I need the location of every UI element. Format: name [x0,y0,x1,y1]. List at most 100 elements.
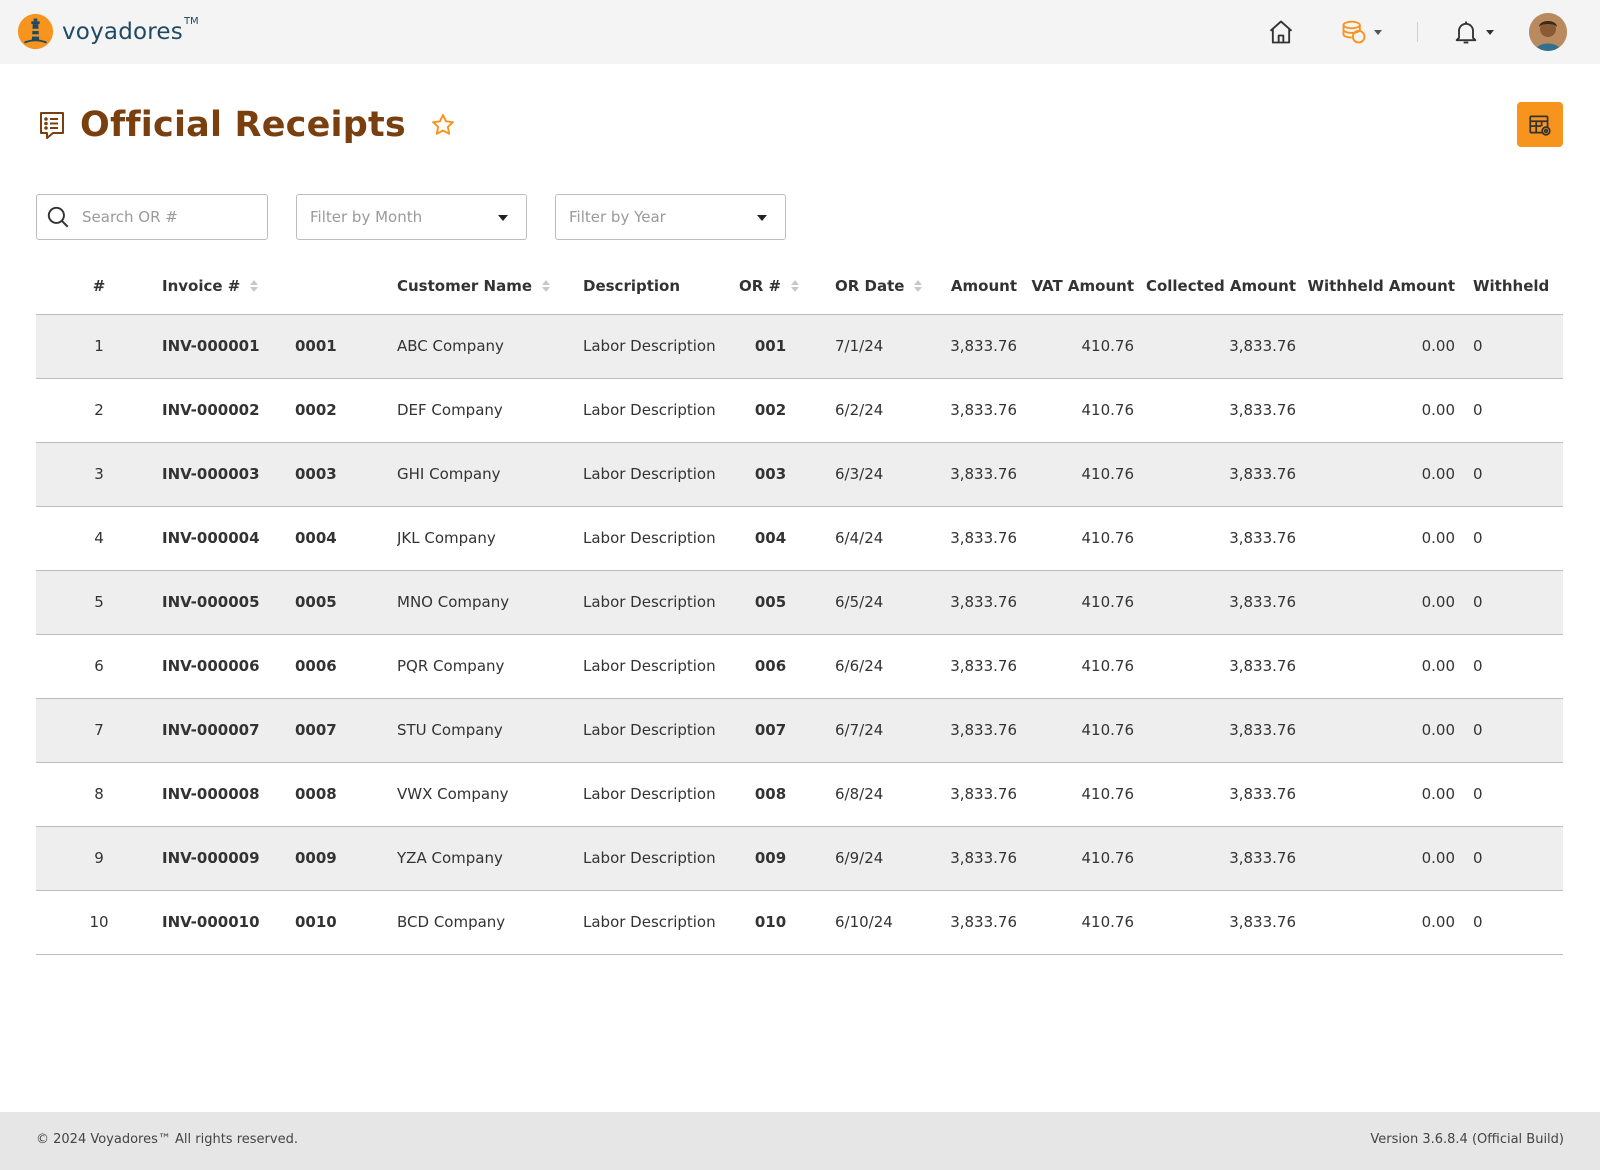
table-row[interactable]: 10 INV-000010 0010 BCD Company Labor Descrip… [36,890,1563,955]
invoice-code-cell: 0005 [295,570,397,635]
table-row[interactable]: 1 INV-000001 0001 ABC Company Labor Descript… [36,314,1563,379]
coins-menu-button[interactable] [1340,12,1382,52]
column-header-number: # [36,258,162,315]
table-row[interactable]: 7 INV-000007 0007 STU Company Labor Descript… [36,698,1563,763]
invoice-number-cell: INV-000002 [162,378,295,443]
description-cell: Labor Description [583,826,739,891]
table-row[interactable]: 8 INV-000008 0008 VWX Company Labor Descript… [36,762,1563,827]
vat-amount-cell: 410.76 [1017,442,1134,507]
collected-amount-cell: 3,833.76 [1134,634,1296,699]
column-header-customer-name[interactable]: Customer Name [397,258,583,315]
invoice-code-cell: 0009 [295,826,397,891]
invoice-code-cell: 0001 [295,314,397,379]
avatar[interactable] [1529,13,1567,51]
or-date-cell: 6/3/24 [802,442,918,507]
customer-name-cell: BCD Company [397,890,583,955]
vat-amount-cell: 410.76 [1017,698,1134,763]
year-filter-select[interactable]: Filter by Year [555,194,786,240]
or-date-cell: 6/9/24 [802,826,918,891]
table-row[interactable]: 6 INV-000006 0006 PQR Company Labor Descript… [36,634,1563,699]
receipt-icon [40,112,64,139]
table-row[interactable]: 4 INV-000004 0004 JKL Company Labor Descript… [36,506,1563,571]
invoice-code-cell: 0006 [295,634,397,699]
description-cell: Labor Description [583,890,739,955]
description-cell: Labor Description [583,762,739,827]
table-row[interactable]: 3 INV-000003 0003 GHI Company Labor Descript… [36,442,1563,507]
withheld-cell: 0 [1455,890,1563,955]
or-date-cell: 6/8/24 [802,762,918,827]
sort-icon[interactable] [791,280,800,293]
row-number-cell: 10 [36,890,162,955]
amount-cell: 3,833.76 [918,634,1017,699]
column-header-invoice[interactable]: Invoice # [162,258,295,315]
chevron-down-icon [1374,29,1382,35]
table-settings-button[interactable] [1517,102,1563,147]
or-number-cell: 003 [739,442,802,507]
withheld-amount-cell: 0.00 [1296,762,1455,827]
search-input[interactable] [82,208,242,226]
coins-icon [1342,20,1366,44]
withheld-cell: 0 [1455,634,1563,699]
customer-name-cell: PQR Company [397,634,583,699]
description-cell: Labor Description [583,698,739,763]
row-number-cell: 2 [36,378,162,443]
copyright-text: © 2024 Voyadores™ All rights reserved. [36,1132,298,1147]
column-header-vat-amount: VAT Amount [1017,258,1134,315]
customer-name-cell: JKL Company [397,506,583,571]
invoice-number-cell: INV-000007 [162,698,295,763]
table-row[interactable]: 9 INV-000009 0009 YZA Company Labor Descript… [36,826,1563,891]
invoice-number-cell: INV-000009 [162,826,295,891]
sort-icon[interactable] [542,280,550,293]
amount-cell: 3,833.76 [918,762,1017,827]
month-filter-placeholder: Filter by Month [310,208,423,226]
notifications-button[interactable] [1452,12,1494,52]
vat-amount-cell: 410.76 [1017,570,1134,635]
home-button[interactable] [1267,12,1295,52]
table-row[interactable]: 2 INV-000002 0002 DEF Company Labor Descript… [36,378,1563,443]
invoice-number-cell: INV-000010 [162,890,295,955]
amount-cell: 3,833.76 [918,826,1017,891]
column-header-withheld: Withheld [1455,258,1563,315]
column-header-or-date[interactable]: OR Date [802,258,923,315]
vat-amount-cell: 410.76 [1017,826,1134,891]
amount-cell: 3,833.76 [918,314,1017,379]
or-date-cell: 6/6/24 [802,634,918,699]
customer-name-cell: ABC Company [397,314,583,379]
withheld-cell: 0 [1455,826,1563,891]
customer-name-cell: MNO Company [397,570,583,635]
table-row[interactable]: 5 INV-000005 0005 MNO Company Labor Descript… [36,570,1563,635]
withheld-amount-cell: 0.00 [1296,890,1455,955]
withheld-cell: 0 [1455,442,1563,507]
or-number-cell: 002 [739,378,802,443]
table-header-row: # Invoice # Customer Name Description OR… [36,258,1563,315]
receipts-table-container[interactable]: # Invoice # Customer Name Description OR… [36,258,1563,958]
description-cell: Labor Description [583,570,739,635]
search-field[interactable] [36,194,268,240]
withheld-cell: 0 [1455,314,1563,379]
vat-amount-cell: 410.76 [1017,634,1134,699]
vat-amount-cell: 410.76 [1017,506,1134,571]
withheld-cell: 0 [1455,762,1563,827]
sort-icon[interactable] [250,280,259,293]
chevron-down-icon [1486,29,1494,35]
column-header-or-number[interactable]: OR # [739,258,802,315]
sort-icon[interactable] [914,280,923,293]
month-filter-select[interactable]: Filter by Month [296,194,527,240]
withheld-amount-cell: 0.00 [1296,506,1455,571]
withheld-cell: 0 [1455,698,1563,763]
description-cell: Labor Description [583,506,739,571]
favorite-star-icon[interactable] [430,112,456,138]
or-number-cell: 006 [739,634,802,699]
collected-amount-cell: 3,833.76 [1134,890,1296,955]
invoice-number-cell: INV-000001 [162,314,295,379]
home-icon [1269,20,1293,44]
page-title: Official Receipts [80,105,406,145]
bell-icon [1455,21,1477,44]
top-bar: voyadores TM [0,0,1600,64]
or-date-cell: 6/5/24 [802,570,918,635]
amount-cell: 3,833.76 [918,698,1017,763]
or-date-cell: 6/10/24 [802,890,918,955]
description-cell: Labor Description [583,442,739,507]
invoice-number-cell: INV-000006 [162,634,295,699]
customer-name-cell: DEF Company [397,378,583,443]
